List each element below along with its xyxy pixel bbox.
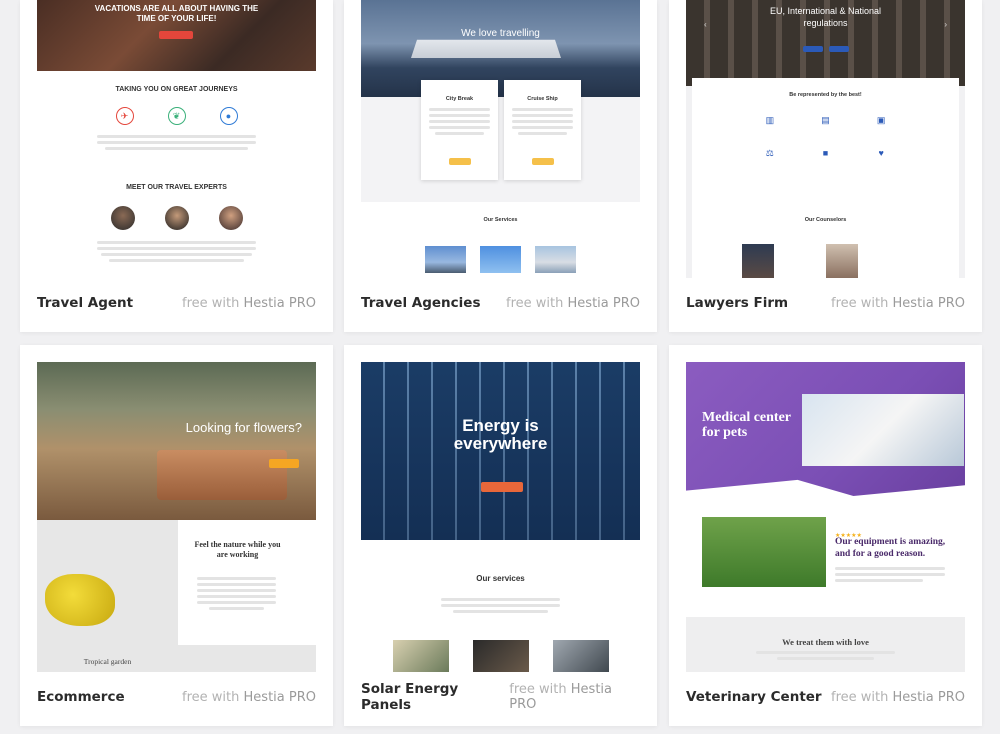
- template-card-ecommerce[interactable]: Looking for flowers? Tropical garden Fee…: [20, 345, 333, 726]
- avatar: [110, 206, 135, 230]
- cruise-ship-button[interactable]: [532, 158, 554, 165]
- card-footer: Ecommerce free with Hestia PRO: [37, 668, 316, 726]
- service-image: [425, 246, 466, 273]
- bank-icon: ▥: [765, 115, 775, 125]
- pro-badge: free with Hestia PRO: [506, 295, 640, 311]
- vet-hero: Medical center for pets: [686, 362, 965, 496]
- chevron-right-icon[interactable]: ›: [944, 20, 947, 29]
- template-card-travel-agent[interactable]: VACATIONS ARE ALL ABOUT HAVING THE TIME …: [20, 0, 333, 332]
- pro-badge: free with Hestia PRO: [831, 689, 965, 705]
- lawyers-hero-button-1[interactable]: [803, 46, 823, 52]
- lawyers-icons-grid: ▥ ▤ ▣ ⚖ ■ ♥: [742, 115, 909, 159]
- travel-agent-experts-text: [97, 238, 256, 265]
- lawyers-hero-button-2[interactable]: [829, 46, 849, 52]
- template-title: Travel Agencies: [361, 295, 481, 311]
- template-title: Travel Agent: [37, 295, 134, 311]
- pro-badge: free with Hestia PRO: [182, 295, 316, 311]
- template-preview-ecommerce[interactable]: Looking for flowers? Tropical garden Fee…: [37, 362, 316, 672]
- template-preview-travel-agencies[interactable]: We love travelling City Break Cruise Shi…: [361, 0, 640, 275]
- template-card-solar-energy[interactable]: Energy is everywhere Our services Solar …: [344, 345, 657, 726]
- card-footer: Lawyers Firm free with Hestia PRO: [686, 274, 965, 332]
- box-title: Cruise Ship: [527, 96, 558, 102]
- service-image: [535, 246, 576, 273]
- travel-agencies-hero-title: We love travelling: [461, 28, 540, 39]
- travel-agencies-gray-band: [361, 97, 640, 202]
- lawyers-section-title: Be represented by the best!: [789, 92, 862, 98]
- template-title: Veterinary Center: [686, 689, 822, 705]
- vet-feature-title: Our equipment is amazing, and for a good…: [835, 537, 946, 559]
- travel-agencies-hero: We love travelling: [361, 0, 640, 97]
- leaf-icon: ❦: [167, 107, 186, 125]
- travel-agent-experts-row: [37, 206, 316, 230]
- vet-doctor-photo: [802, 394, 964, 466]
- template-title: Lawyers Firm: [686, 295, 789, 311]
- scales-icon: ⚖: [765, 148, 774, 158]
- avatar: [218, 206, 243, 230]
- solar-hero-button[interactable]: [481, 482, 523, 492]
- card-footer: Travel Agencies free with Hestia PRO: [361, 274, 640, 332]
- travel-agent-hero: VACATIONS ARE ALL ABOUT HAVING THE TIME …: [37, 0, 316, 71]
- template-preview-solar-energy[interactable]: Energy is everywhere Our services: [361, 362, 640, 672]
- lawyers-hero-title: EU, International & National regulations: [769, 6, 882, 28]
- vet-bottom-panel: We treat them with love: [686, 617, 965, 672]
- pro-badge: free with Hestia PRO: [509, 682, 613, 712]
- city-break-button[interactable]: [449, 158, 471, 165]
- plane-icon: ✈: [115, 107, 134, 125]
- travel-agent-icons-row: ✈ ❦ ●: [37, 107, 316, 125]
- avatar: [164, 206, 189, 230]
- ecommerce-hero: Looking for flowers?: [37, 362, 316, 520]
- pro-badge: free with Hestia PRO: [182, 689, 316, 705]
- travel-agent-section2-title: MEET OUR TRAVEL EXPERTS: [126, 184, 227, 191]
- card-footer: Solar Energy Panels free with Hestia PRO: [361, 668, 640, 726]
- travel-agent-hero-title: VACATIONS ARE ALL ABOUT HAVING THE TIME …: [94, 4, 259, 23]
- vet-bottom-title: We treat them with love: [782, 637, 869, 647]
- template-title: Ecommerce: [37, 689, 125, 705]
- id-card-icon: ▣: [876, 115, 886, 125]
- travel-agent-icon-text: [97, 132, 256, 153]
- template-preview-lawyers-firm[interactable]: EU, International & National regulations…: [686, 0, 965, 278]
- template-card-travel-agencies[interactable]: We love travelling City Break Cruise Shi…: [344, 0, 657, 332]
- template-title: Solar Energy Panels: [361, 681, 459, 713]
- vet-hero-title: Medical center for pets: [702, 410, 791, 440]
- flower-pots-shape: [157, 450, 287, 500]
- solar-services-title: Our services: [476, 574, 525, 583]
- template-card-veterinary-center[interactable]: Medical center for pets ★★★★★ Our equipm…: [669, 345, 982, 726]
- counselor-photo: [742, 244, 774, 278]
- ecommerce-hero-title: Looking for flowers?: [185, 420, 302, 435]
- template-preview-veterinary-center[interactable]: Medical center for pets ★★★★★ Our equipm…: [686, 362, 965, 672]
- travel-agencies-services-row: [361, 246, 640, 273]
- briefcase-icon: ■: [822, 148, 829, 158]
- service-image: [480, 246, 521, 273]
- ecommerce-caption: Tropical garden: [83, 657, 132, 666]
- card-footer: Travel Agent free with Hestia PRO: [37, 274, 316, 332]
- template-card-lawyers-firm[interactable]: EU, International & National regulations…: [669, 0, 982, 332]
- vet-feature-text: [835, 564, 945, 585]
- location-icon: ●: [219, 107, 238, 125]
- ecommerce-plant-panel: Tropical garden: [37, 520, 178, 672]
- cactus-shape: [45, 574, 115, 626]
- solar-services-text: [441, 595, 560, 616]
- travel-agencies-box-city: City Break: [421, 80, 498, 180]
- pro-badge: free with Hestia PRO: [831, 295, 965, 311]
- folder-icon: ▤: [821, 115, 830, 125]
- solar-hero-title: Energy is everywhere: [453, 416, 548, 453]
- template-preview-travel-agent[interactable]: VACATIONS ARE ALL ABOUT HAVING THE TIME …: [37, 0, 316, 275]
- travel-agencies-services-title: Our Services: [483, 217, 518, 223]
- vet-kittens-photo: [702, 517, 826, 587]
- card-footer: Veterinary Center free with Hestia PRO: [686, 668, 965, 726]
- ecommerce-feature-title: Feel the nature while you are working: [194, 540, 281, 559]
- travel-agent-hero-button[interactable]: [159, 31, 193, 39]
- travel-agencies-box-cruise: Cruise Ship: [504, 80, 581, 180]
- box-title: City Break: [445, 96, 474, 102]
- heart-icon: ♥: [878, 148, 884, 158]
- counselor-photo: [826, 244, 858, 278]
- lawyers-hero: EU, International & National regulations…: [686, 0, 965, 86]
- travel-agent-section1-title: TAKING YOU ON GREAT JOURNEYS: [115, 86, 238, 93]
- chevron-left-icon[interactable]: ‹: [704, 20, 707, 29]
- lawyers-counselors-title: Our Counselors: [804, 217, 847, 223]
- solar-hero: Energy is everywhere: [361, 362, 640, 540]
- ecommerce-feature-text: [197, 574, 276, 613]
- lawyers-content-panel: Be represented by the best! ▥ ▤ ▣ ⚖ ■ ♥ …: [692, 78, 959, 278]
- ecommerce-hero-button[interactable]: [269, 459, 299, 468]
